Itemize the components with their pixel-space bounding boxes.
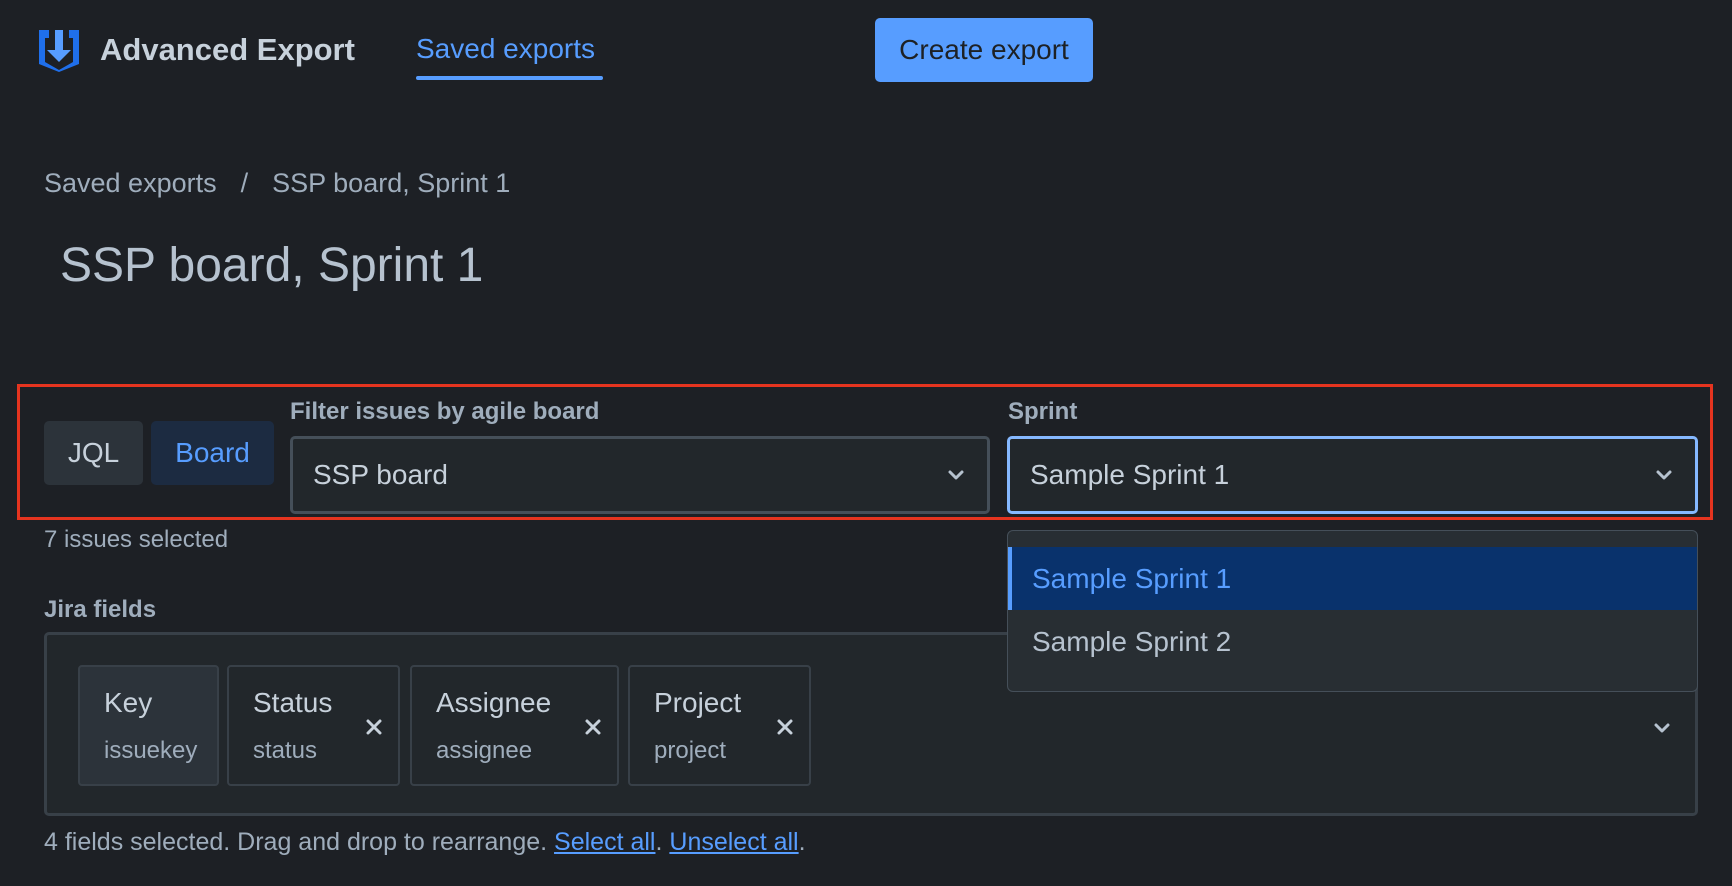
sprint-option-2[interactable]: Sample Sprint 2 xyxy=(1008,610,1697,673)
sprint-select[interactable]: Sample Sprint 1 xyxy=(1007,436,1698,514)
breadcrumb-item-current[interactable]: SSP board, Sprint 1 xyxy=(272,168,510,199)
field-chip-key-id: assignee xyxy=(436,737,533,764)
sprint-option-1[interactable]: Sample Sprint 1 xyxy=(1008,547,1697,610)
tab-saved-exports[interactable]: Saved exports xyxy=(416,33,595,65)
field-chip-key-id: issuekey xyxy=(104,737,198,764)
jql-toggle-button[interactable]: JQL xyxy=(44,421,143,485)
board-select-value: SSP board xyxy=(313,459,448,490)
chevron-down-icon xyxy=(1656,470,1672,480)
sprint-select-value: Sample Sprint 1 xyxy=(1030,459,1230,490)
breadcrumb-separator: / xyxy=(240,168,249,198)
remove-field-icon[interactable] xyxy=(583,717,603,737)
field-chip-key[interactable]: Key issuekey xyxy=(78,665,219,786)
field-chip-assignee[interactable]: Assignee assignee xyxy=(410,665,619,786)
field-chip-name: Assignee xyxy=(436,687,552,718)
select-all-link[interactable]: Select all xyxy=(554,828,655,856)
board-filter-label: Filter issues by agile board xyxy=(290,398,600,425)
board-select[interactable]: SSP board xyxy=(290,436,990,514)
field-chip-key-id: project xyxy=(654,737,727,764)
field-chip-name: Project xyxy=(654,687,742,718)
app-title: Advanced Export xyxy=(100,32,355,67)
fields-selected-text: 4 fields selected. Drag and drop to rear… xyxy=(44,828,548,856)
fields-selected-note: 4 fields selected. Drag and drop to rear… xyxy=(44,828,806,856)
field-chip-status[interactable]: Status status xyxy=(227,665,400,786)
field-chip-name: Status xyxy=(253,687,333,718)
breadcrumb-item-saved-exports[interactable]: Saved exports xyxy=(44,168,217,199)
active-tab-indicator xyxy=(416,76,603,80)
download-arrow-icon xyxy=(39,30,79,72)
create-export-button[interactable]: Create export xyxy=(875,18,1093,82)
page-title: SSP board, Sprint 1 xyxy=(60,239,484,292)
remove-field-icon[interactable] xyxy=(775,717,795,737)
breadcrumb: Saved exports / SSP board, Sprint 1 xyxy=(44,168,510,199)
chevron-down-icon xyxy=(948,470,964,480)
sprint-label: Sprint xyxy=(1008,398,1078,425)
board-toggle-button[interactable]: Board xyxy=(151,421,274,485)
field-chip-name: Key xyxy=(104,687,153,718)
jira-fields-label: Jira fields xyxy=(44,596,157,623)
chevron-down-icon[interactable] xyxy=(1651,717,1673,739)
unselect-all-link[interactable]: Unselect all xyxy=(669,828,798,856)
field-chip-key-id: status xyxy=(253,737,318,764)
remove-field-icon[interactable] xyxy=(364,717,384,737)
sprint-dropdown-menu: Sample Sprint 1 Sample Sprint 2 xyxy=(1007,530,1698,692)
field-chip-project[interactable]: Project project xyxy=(628,665,811,786)
issues-selected-count: 7 issues selected xyxy=(44,526,229,553)
